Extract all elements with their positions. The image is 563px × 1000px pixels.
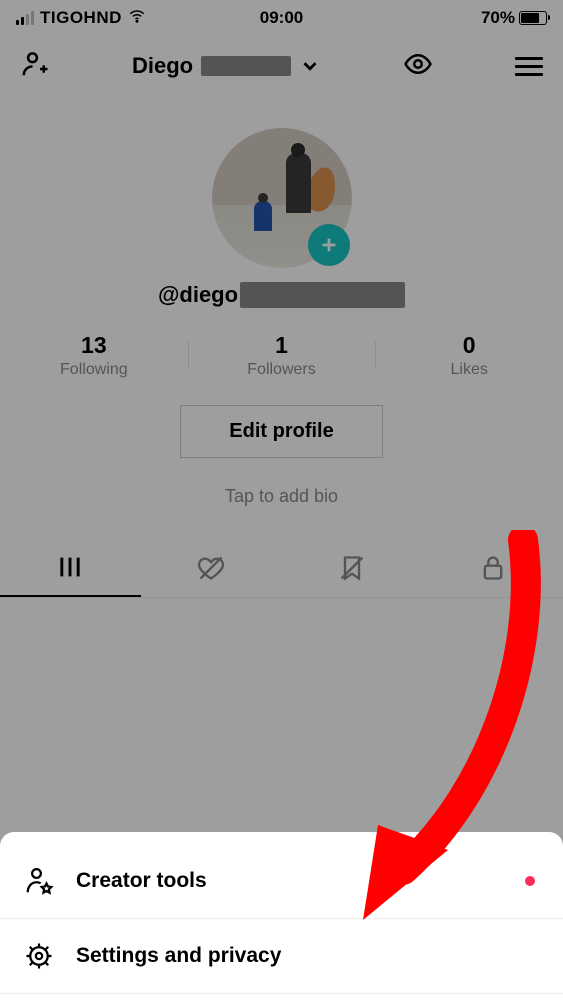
sheet-item-label: Creator tools bbox=[76, 869, 207, 893]
bottom-sheet: Creator tools Settings and privacy bbox=[0, 832, 563, 1000]
app-root: TIGOHND 09:00 70% Diego bbox=[0, 0, 563, 1000]
sheet-item-label: Settings and privacy bbox=[76, 944, 281, 968]
sheet-item-creator-tools[interactable]: Creator tools bbox=[0, 844, 563, 919]
person-star-icon bbox=[24, 866, 54, 896]
gear-icon bbox=[24, 941, 54, 971]
notification-dot bbox=[525, 876, 535, 886]
sheet-item-settings-privacy[interactable]: Settings and privacy bbox=[0, 919, 563, 994]
